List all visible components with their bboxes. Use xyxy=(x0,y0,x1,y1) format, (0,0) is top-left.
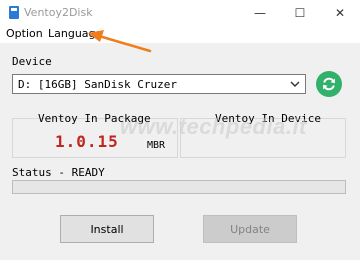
window-title: Ventoy2Disk xyxy=(24,6,93,19)
maximize-button[interactable]: ☐ xyxy=(280,0,320,26)
refresh-button[interactable] xyxy=(316,71,342,97)
menu-option[interactable]: Option xyxy=(6,27,43,40)
refresh-icon xyxy=(323,77,335,91)
close-button[interactable]: ✕ xyxy=(320,0,360,26)
progress-bar xyxy=(12,180,346,194)
device-selected-value: D: [16GB] SanDisk Cruzer xyxy=(18,78,177,91)
status-label: Status - READY xyxy=(12,166,105,179)
partition-style-label: MBR xyxy=(147,140,166,151)
minimize-button[interactable]: — xyxy=(240,0,280,26)
annotation-arrow-icon xyxy=(88,30,152,53)
minimize-icon: — xyxy=(254,6,266,20)
package-version: 1.0.15 xyxy=(55,132,119,151)
device-label: Device xyxy=(12,55,52,68)
app-icon xyxy=(9,6,19,19)
maximize-icon: ☐ xyxy=(294,6,306,20)
update-button: Update xyxy=(203,215,297,243)
close-icon: ✕ xyxy=(334,6,346,20)
watermark: www.techpedia.it xyxy=(120,114,307,139)
install-button[interactable]: Install xyxy=(60,215,154,243)
device-dropdown[interactable]: D: [16GB] SanDisk Cruzer xyxy=(12,74,306,94)
chevron-down-icon xyxy=(290,81,300,87)
